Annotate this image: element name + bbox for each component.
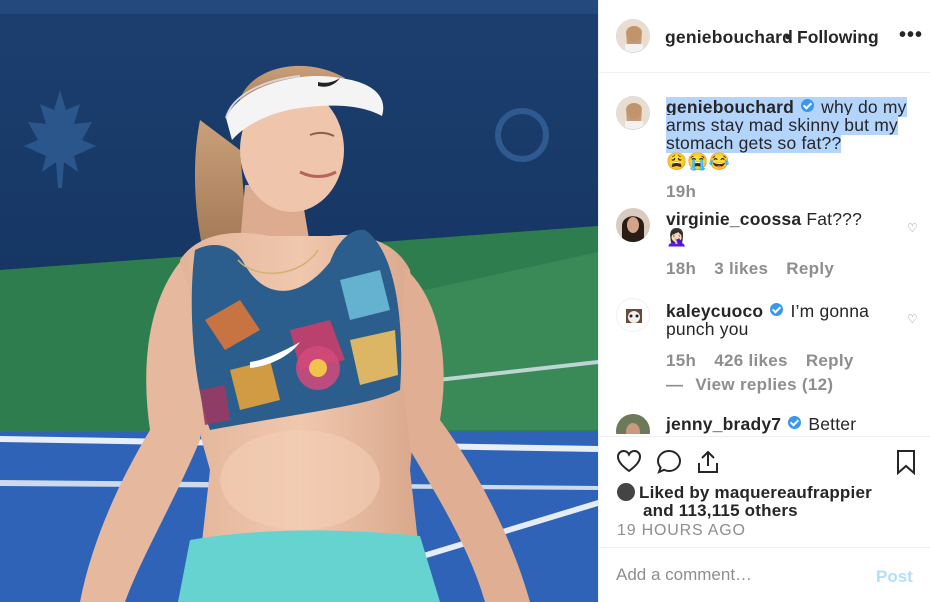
comment-meta: 15h 426 likes Reply xyxy=(666,351,872,371)
post-comment-button[interactable]: Post xyxy=(876,567,913,587)
comment-like-heart-icon[interactable]: ♡ xyxy=(907,221,918,235)
follow-status-button[interactable]: Following xyxy=(797,27,879,48)
comment-icon[interactable] xyxy=(656,449,682,475)
caption-emojis: 😩😭😂 xyxy=(666,152,731,171)
add-comment-bar: Post xyxy=(599,547,930,602)
reply-button[interactable]: Reply xyxy=(806,351,854,370)
liked-by-suffix: and xyxy=(643,501,674,520)
comment-username[interactable]: virginie_coossa xyxy=(666,209,801,229)
liked-by-text: Liked by maquereaufrappier and 113,115 o… xyxy=(617,483,872,520)
comment-likes[interactable]: 3 likes xyxy=(714,259,768,278)
likes-count[interactable]: 113,115 others xyxy=(679,501,798,520)
verified-icon xyxy=(801,99,815,112)
liked-by-user[interactable]: maquereaufrappier xyxy=(715,483,872,502)
comment-avatar[interactable] xyxy=(616,298,650,332)
add-comment-input[interactable] xyxy=(616,565,856,585)
verified-icon xyxy=(770,303,784,316)
heart-icon[interactable] xyxy=(616,449,642,473)
comment-text: jenny_brady7 Better xyxy=(666,415,916,433)
tennis-player-photo xyxy=(0,0,598,602)
comment-emoji: 🤦🏻‍♀️ xyxy=(666,228,688,247)
comment-time[interactable]: 18h xyxy=(666,259,696,278)
author-avatar[interactable] xyxy=(616,19,650,53)
comment-body: Fat??? xyxy=(806,209,863,229)
comment-likes[interactable]: 426 likes xyxy=(714,351,788,370)
caption-time[interactable]: 19h xyxy=(666,182,696,201)
post-actions: Liked by maquereaufrappier and 113,115 o… xyxy=(599,436,930,546)
replies-divider: — xyxy=(666,375,684,394)
verified-icon xyxy=(788,416,802,429)
view-replies[interactable]: — View replies (12) xyxy=(666,375,851,395)
more-icon[interactable]: ••• xyxy=(899,24,923,47)
comment-text: virginie_coossa Fat??? 🤦🏻‍♀️ xyxy=(666,210,916,247)
caption-meta: 19h xyxy=(666,182,714,202)
comment-time[interactable]: 15h xyxy=(666,351,696,370)
bookmark-icon[interactable] xyxy=(896,449,916,475)
caption-text: geniebouchard why do my arms stay mad sk… xyxy=(666,97,916,171)
comment-username[interactable]: jenny_brady7 xyxy=(666,414,781,434)
comment-like-heart-icon[interactable]: ♡ xyxy=(907,312,918,326)
comment-body: Better xyxy=(808,414,857,434)
post-photo[interactable] xyxy=(0,0,598,602)
comment-text: kaleycuoco I’m gonna punch you xyxy=(666,302,916,338)
post-header: geniebouchard • Following ••• xyxy=(599,0,930,73)
view-replies-label[interactable]: View replies (12) xyxy=(695,375,833,394)
liker-avatar[interactable] xyxy=(617,483,635,501)
comment-avatar[interactable] xyxy=(616,208,650,242)
reply-button[interactable]: Reply xyxy=(786,259,834,278)
post-detail-panel: geniebouchard • Following ••• geniebouch… xyxy=(598,0,930,602)
post-timestamp[interactable]: 19 HOURS AGO xyxy=(617,522,746,540)
author-username[interactable]: geniebouchard xyxy=(665,27,793,48)
caption-avatar[interactable] xyxy=(616,96,650,130)
share-icon[interactable] xyxy=(696,449,720,475)
liked-by-prefix: Liked by xyxy=(639,483,710,502)
comment-username[interactable]: kaleycuoco xyxy=(666,301,763,321)
comment-avatar[interactable] xyxy=(616,414,650,434)
comments-list[interactable]: geniebouchard why do my arms stay mad sk… xyxy=(599,74,930,434)
caption-username[interactable]: geniebouchard xyxy=(666,97,794,117)
separator-dot: • xyxy=(785,27,792,47)
comment-meta: 18h 3 likes Reply xyxy=(666,259,852,279)
